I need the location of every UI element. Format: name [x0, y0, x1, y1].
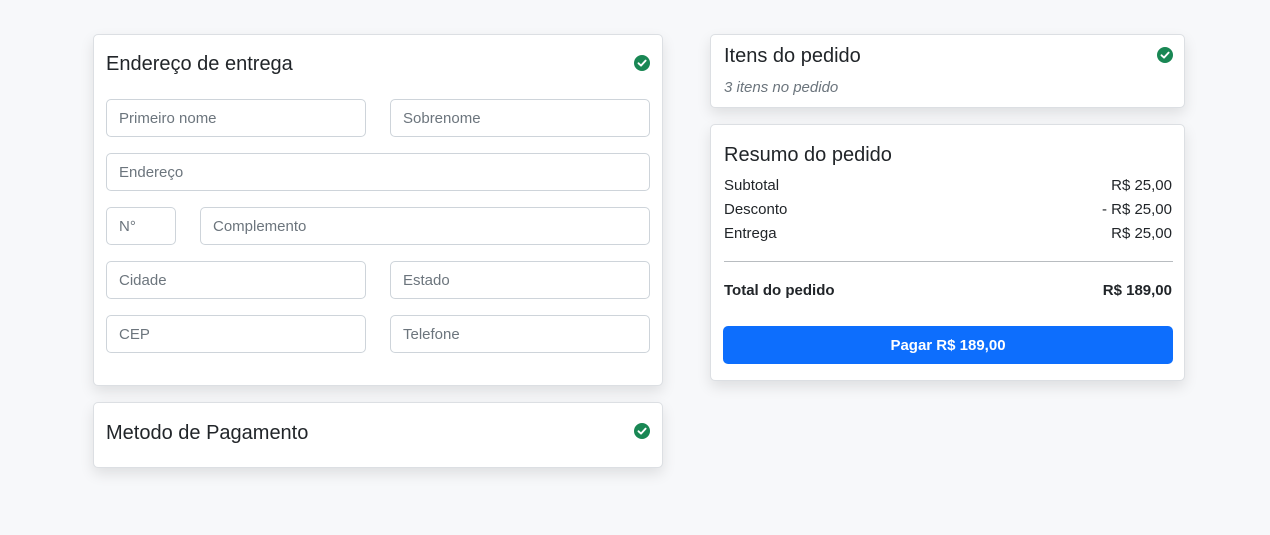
- city-input[interactable]: [106, 261, 366, 299]
- order-items-title: Itens do pedido: [724, 45, 861, 67]
- order-summary-card: Resumo do pedido Subtotal R$ 25,00 Desco…: [710, 124, 1185, 381]
- order-total-value: R$ 189,00: [1102, 282, 1172, 299]
- complement-input[interactable]: [200, 207, 650, 245]
- order-total-label: Total do pedido: [724, 282, 835, 299]
- shipping-label: Entrega: [724, 225, 777, 242]
- check-circle-icon: [634, 55, 650, 71]
- subtotal-label: Subtotal: [724, 177, 780, 194]
- shipping-address-card: Endereço de entrega: [93, 34, 663, 386]
- number-input[interactable]: [106, 207, 176, 245]
- order-items-count: 3 itens no pedido: [724, 79, 839, 96]
- state-input[interactable]: [390, 261, 650, 299]
- address-input[interactable]: [106, 153, 650, 191]
- discount-label: Desconto: [724, 201, 788, 218]
- first-name-input[interactable]: [106, 99, 366, 137]
- shipping-address-title: Endereço de entrega: [106, 53, 293, 75]
- discount-value: - R$ 25,00: [1101, 201, 1172, 218]
- subtotal-value: R$ 25,00: [1111, 177, 1172, 194]
- summary-divider: [724, 261, 1173, 262]
- payment-method-card[interactable]: Metodo de Pagamento: [93, 402, 663, 468]
- last-name-input[interactable]: [390, 99, 650, 137]
- order-items-card[interactable]: Itens do pedido 3 itens no pedido: [710, 34, 1185, 108]
- phone-input[interactable]: [390, 315, 650, 353]
- shipping-value: R$ 25,00: [1111, 225, 1172, 242]
- payment-method-title: Metodo de Pagamento: [106, 422, 309, 444]
- check-circle-icon: [634, 423, 650, 439]
- order-summary-title: Resumo do pedido: [724, 144, 892, 166]
- pay-button[interactable]: Pagar R$ 189,00: [723, 326, 1173, 364]
- zip-input[interactable]: [106, 315, 366, 353]
- check-circle-icon: [1157, 47, 1173, 63]
